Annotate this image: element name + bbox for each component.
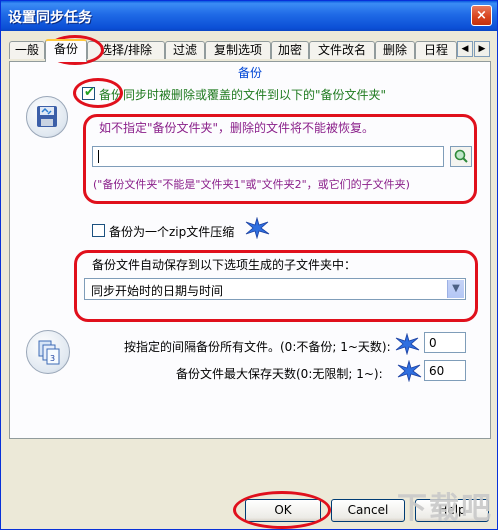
chevron-down-icon: ▼ [447, 280, 464, 298]
schedule-icon: 3 [26, 330, 70, 374]
backup-enable-checkbox[interactable]: ✔ [82, 85, 95, 100]
subfolder-label: 备份文件自动保存到以下选项生成的子文件夹中： [92, 258, 357, 272]
tab-filter[interactable]: 过滤 [165, 41, 205, 59]
backup-folder-input[interactable] [92, 146, 444, 167]
interval-label: 按指定的间隔备份所有文件。(0:不备份; 1~天数): [124, 340, 391, 354]
magnifier-icon [454, 149, 468, 163]
tab-delete[interactable]: 删除 [375, 41, 415, 59]
watermark-logo: 下载吧 [397, 491, 493, 526]
close-icon: × [476, 8, 487, 23]
interval-days-input[interactable]: 0 [424, 332, 466, 353]
tab-rename[interactable]: 文件改名 [309, 41, 375, 59]
tab-schedule[interactable]: 日程 [415, 41, 457, 59]
zip-compress-checkbox[interactable] [92, 224, 105, 237]
interval-info-star-icon[interactable] [394, 333, 420, 355]
tab-scroll-left-icon[interactable]: ◀ [457, 41, 473, 57]
checkmark-icon: ✔ [84, 85, 95, 100]
tab-scroll-arrows: ◀ ▶ [457, 41, 491, 57]
backup-enable-label: 备份同步时被删除或覆盖的文件到以下的"备份文件夹" [99, 88, 387, 102]
tab-scroll-right-icon[interactable]: ▶ [474, 41, 490, 57]
info-star-icon[interactable] [244, 217, 270, 239]
browse-folder-button[interactable] [450, 146, 472, 167]
max-days-value: 60 [429, 364, 445, 378]
max-days-input[interactable]: 60 [424, 360, 466, 381]
window-title: 设置同步任务 [8, 10, 92, 26]
subfolder-selected-value: 同步开始时的日期与时间 [91, 284, 224, 298]
section-title: 备份 [237, 66, 262, 80]
tab-select-exclude[interactable]: 选择/排除 [87, 41, 165, 59]
tab-backup[interactable]: 备份 [45, 39, 87, 62]
close-button[interactable]: × [471, 5, 492, 26]
text-caret [98, 150, 99, 163]
svg-text:3: 3 [50, 354, 55, 363]
tab-copy-options[interactable]: 复制选项 [205, 41, 271, 59]
ok-button[interactable]: OK [245, 499, 321, 522]
zip-compress-label: 备份为一个zip文件压缩 [109, 225, 235, 239]
floppy-disk-icon [26, 96, 68, 138]
interval-days-value: 0 [429, 336, 437, 350]
cancel-button[interactable]: Cancel [331, 499, 405, 522]
title-bar[interactable]: 设置同步任务 × [1, 1, 497, 31]
tab-encrypt[interactable]: 加密 [271, 41, 309, 59]
max-days-label: 备份文件最大保存天数(0:无限制; 1~): [176, 367, 383, 381]
sync-task-settings-dialog: 设置同步任务 × 一般 备份 选择/排除 过滤 复制选项 加密 文件改名 删除 … [0, 0, 498, 530]
tab-strip: 一般 备份 选择/排除 过滤 复制选项 加密 文件改名 删除 日程 ◀ ▶ [9, 39, 491, 62]
backup-folder-hint: ("备份文件夹"不能是"文件夹1"或"文件夹2"，或它们的子文件夹) [93, 178, 410, 191]
subfolder-naming-select[interactable]: 同步开始时的日期与时间 ▼ [84, 278, 466, 300]
backup-panel: 备份 ✔ 备份同步时被删除或覆盖的文件到以下的"备份文件夹" 如不指定"备份文件… [9, 61, 491, 439]
max-days-info-star-icon[interactable] [396, 360, 422, 382]
tab-general[interactable]: 一般 [9, 41, 45, 59]
backup-warning-text: 如不指定"备份文件夹"，删除的文件将不能被恢复。 [99, 121, 375, 135]
